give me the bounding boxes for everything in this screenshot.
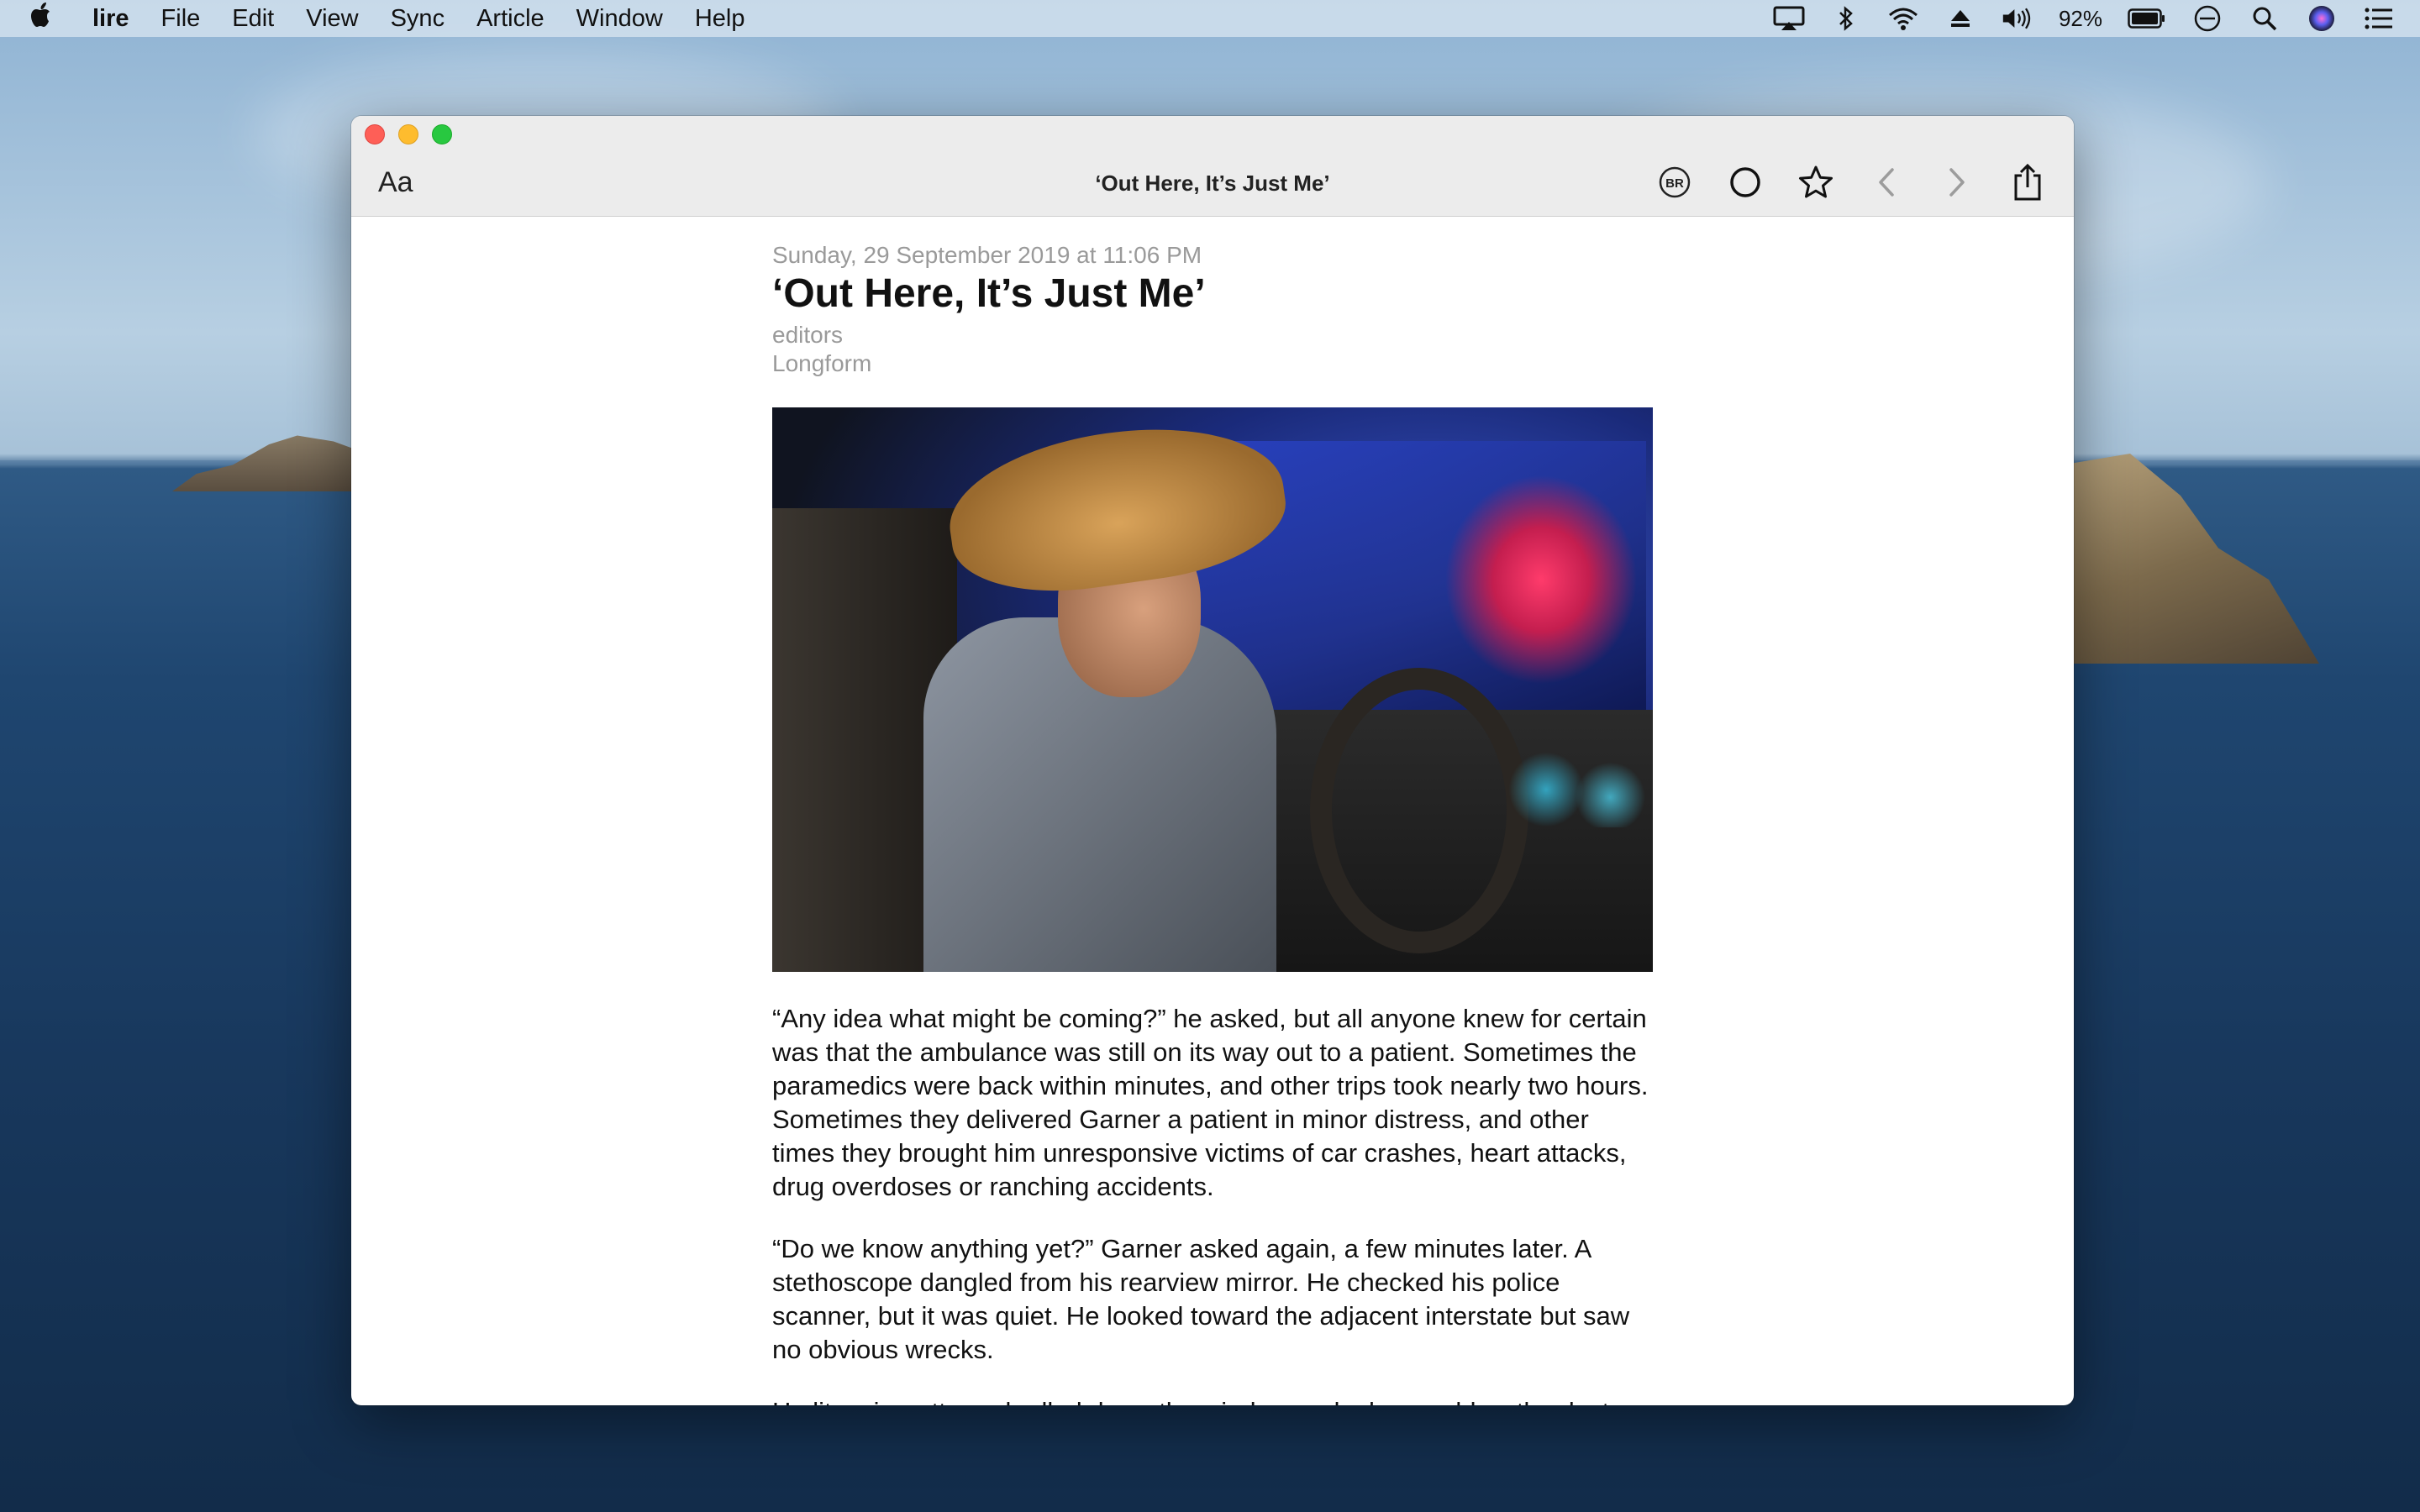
- menu-help[interactable]: Help: [695, 5, 745, 33]
- airplay-icon[interactable]: [1773, 4, 1805, 33]
- menu-sync[interactable]: Sync: [391, 5, 445, 33]
- window-controls: [365, 124, 452, 144]
- minimize-window-button[interactable]: [398, 124, 418, 144]
- mark-read-circle-icon[interactable]: [1726, 163, 1765, 202]
- article-hero-image: [772, 407, 1653, 972]
- article-paragraph: “Any idea what might be coming?” he aske…: [772, 1003, 1649, 1201]
- previous-article-chevron-left-icon[interactable]: [1867, 163, 1906, 202]
- volume-icon[interactable]: [2002, 4, 2033, 33]
- article-paragraph: He lit a cigarette and rolled down the w…: [772, 1395, 1653, 1405]
- article-author: editors: [772, 321, 844, 348]
- menu-view[interactable]: View: [306, 5, 358, 33]
- article-paragraph: “Do we know anything yet?” Garner asked …: [772, 1233, 1630, 1364]
- next-article-chevron-right-icon[interactable]: [1938, 163, 1976, 202]
- br-label: BR: [1665, 176, 1684, 191]
- siri-icon[interactable]: [2306, 4, 2338, 33]
- menu-window[interactable]: Window: [576, 5, 663, 33]
- hero-gauges: [1503, 751, 1646, 827]
- article-toolbar: BR: [1655, 163, 2047, 202]
- bluetooth-icon[interactable]: [1830, 4, 1862, 33]
- menu-app-name[interactable]: lire: [92, 5, 129, 33]
- status-area: 92%: [1773, 4, 2395, 33]
- desktop-island-right: [2067, 454, 2319, 664]
- menu-edit[interactable]: Edit: [232, 5, 274, 33]
- menu-article[interactable]: Article: [476, 5, 544, 33]
- wifi-icon[interactable]: [1887, 4, 1919, 33]
- spotlight-search-icon[interactable]: [2249, 4, 2281, 33]
- eject-icon[interactable]: [1944, 4, 1976, 33]
- article-title: ‘Out Here, It’s Just Me’: [772, 271, 1206, 316]
- apple-menu-icon[interactable]: [25, 2, 59, 35]
- title-bar: Aa ‘Out Here, It’s Just Me’ BR: [351, 116, 2074, 217]
- battery-icon[interactable]: [2128, 4, 2166, 33]
- share-icon[interactable]: [2008, 163, 2047, 202]
- do-not-disturb-icon[interactable]: [2191, 4, 2223, 33]
- close-window-button[interactable]: [365, 124, 385, 144]
- hero-red-light: [1444, 474, 1638, 685]
- article: Sunday, 29 September 2019 at 11:06 PM ‘O…: [772, 242, 1653, 1405]
- notification-center-icon[interactable]: [2363, 4, 2395, 33]
- menu-bar: lire File Edit View Sync Article Window …: [0, 0, 2420, 37]
- star-icon[interactable]: [1797, 163, 1835, 202]
- battery-percentage[interactable]: 92%: [2059, 6, 2102, 32]
- article-content[interactable]: Sunday, 29 September 2019 at 11:06 PM ‘O…: [351, 217, 2074, 1405]
- zoom-window-button[interactable]: [432, 124, 452, 144]
- menu-file[interactable]: File: [161, 5, 201, 33]
- hero-steering-wheel: [1310, 667, 1528, 953]
- article-date: Sunday, 29 September 2019 at 11:06 PM: [772, 242, 1202, 268]
- browser-open-button[interactable]: BR: [1655, 163, 1694, 202]
- reader-window: Aa ‘Out Here, It’s Just Me’ BR Sunday, 2…: [351, 116, 2074, 1405]
- article-source[interactable]: Longform: [772, 350, 1653, 377]
